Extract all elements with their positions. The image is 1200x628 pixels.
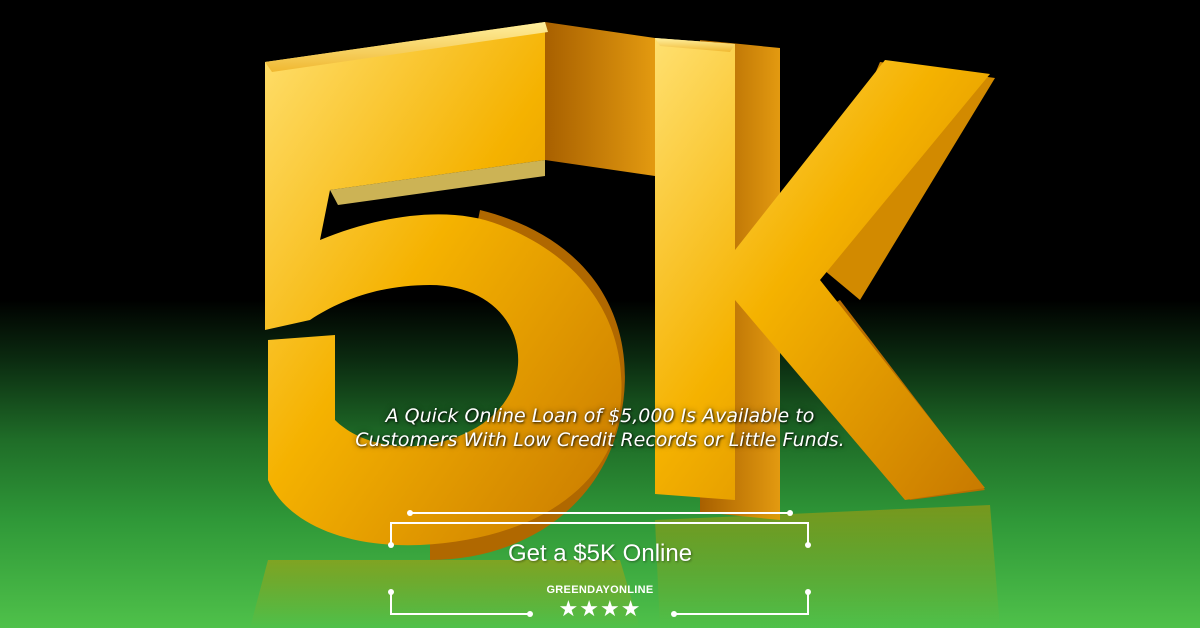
brand-name: GREENDAYONLINE bbox=[546, 584, 654, 596]
rating-stars-icon: ★★★★ bbox=[558, 597, 642, 622]
ad-banner: A Quick Online Loan of $5,000 Is Availab… bbox=[0, 0, 1200, 628]
cta-label: Get a $5K Online bbox=[507, 540, 693, 567]
cta-frame bbox=[388, 510, 811, 617]
